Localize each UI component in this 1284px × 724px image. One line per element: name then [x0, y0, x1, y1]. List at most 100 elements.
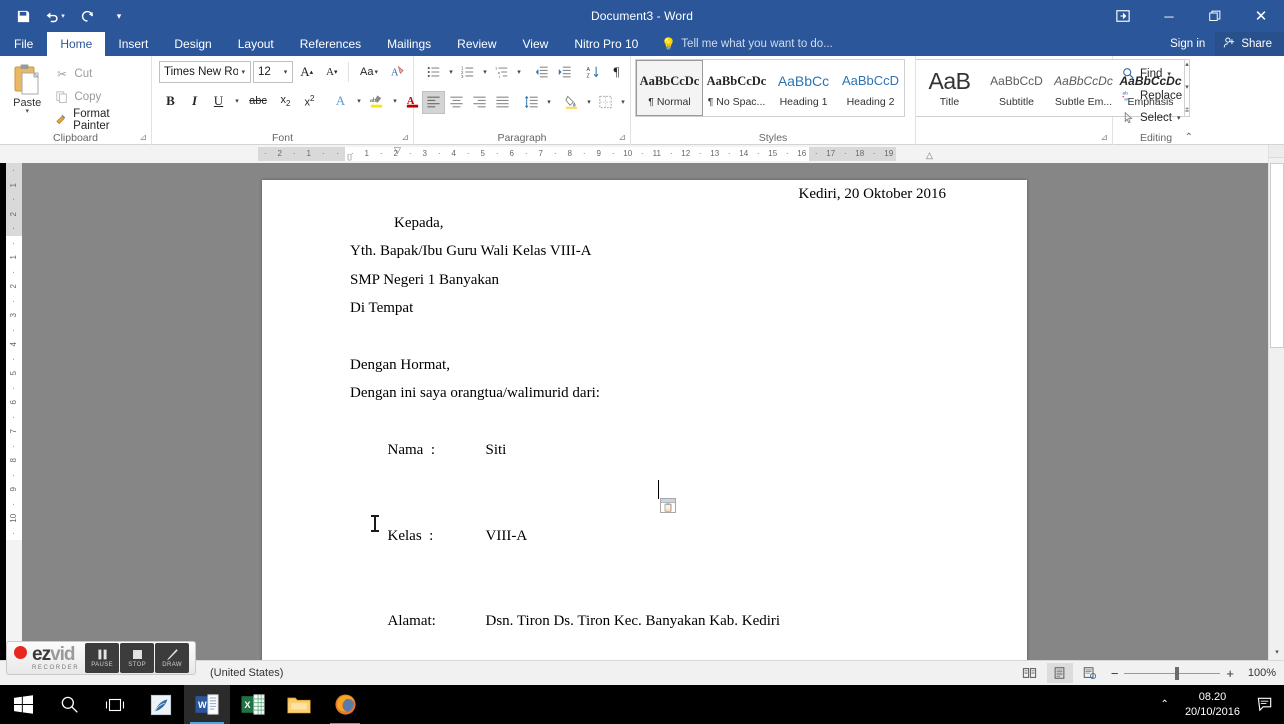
share-button[interactable]: Share: [1215, 32, 1284, 56]
style-item-subtitle[interactable]: AaBbCcD Subtitle: [983, 60, 1050, 116]
taskbar-firefox[interactable]: [322, 685, 368, 724]
find-button[interactable]: Find ▾: [1121, 63, 1195, 84]
collapse-ribbon-icon[interactable]: ⌃: [1185, 132, 1193, 143]
style-item-title[interactable]: AaB Title: [916, 60, 983, 116]
ribbon-tab-mailings[interactable]: Mailings: [374, 32, 444, 56]
format-painter-button[interactable]: Format Painter: [50, 108, 147, 132]
text-effects-button[interactable]: A: [329, 90, 352, 113]
zoom-level-label[interactable]: 100%: [1242, 667, 1276, 679]
document-page[interactable]: Kediri, 20 Oktober 2016 Kepada, Yth. Bap…: [262, 180, 1027, 660]
restore-button[interactable]: [1192, 0, 1238, 32]
numbering-dropdown[interactable]: ▾: [479, 60, 490, 83]
styles-dialog-launcher-icon[interactable]: ⊿: [1100, 132, 1108, 143]
split-window-handle[interactable]: [1269, 145, 1284, 158]
taskbar-quill-app[interactable]: [138, 685, 184, 724]
subscript-button[interactable]: x2: [274, 90, 297, 113]
chevron-down-icon[interactable]: ▾: [1167, 70, 1171, 78]
close-button[interactable]: ✕: [1238, 0, 1284, 32]
vruler-top-margin[interactable]: · 1 · 2 ·: [6, 163, 22, 236]
ribbon-tab-design[interactable]: Design: [161, 32, 224, 56]
recorder-pause-button[interactable]: PAUSE: [85, 643, 120, 673]
scroll-down-icon[interactable]: ▾: [1269, 643, 1284, 660]
multilevel-list-dropdown[interactable]: ▾: [513, 60, 524, 83]
recorder-stop-button[interactable]: STOP: [120, 643, 155, 673]
web-layout-button[interactable]: [1077, 663, 1103, 683]
ribbon-tab-nitro-pro-10[interactable]: Nitro Pro 10: [561, 32, 651, 56]
ribbon-tab-insert[interactable]: Insert: [105, 32, 161, 56]
decrease-indent-button[interactable]: [530, 60, 553, 83]
language-status[interactable]: (United States): [210, 667, 283, 679]
ruler-left-margin[interactable]: · 2 · 1 · ·: [258, 147, 345, 161]
style-item-heading-1[interactable]: AaBbCc Heading 1: [770, 60, 837, 116]
ribbon-tab-view[interactable]: View: [510, 32, 562, 56]
task-view-button[interactable]: [92, 685, 138, 724]
clear-all-formatting-button[interactable]: A: [386, 60, 409, 83]
sign-in-link[interactable]: Sign in: [1160, 38, 1215, 50]
justify-button[interactable]: [491, 91, 514, 114]
superscript-button[interactable]: x2: [298, 90, 321, 113]
style-item-normal[interactable]: AaBbCcDc ¶ Normal: [636, 60, 703, 116]
document-body[interactable]: Kediri, 20 Oktober 2016 Kepada, Yth. Bap…: [350, 180, 970, 660]
chevron-down-icon[interactable]: ▾: [25, 108, 29, 115]
line-spacing-dropdown[interactable]: ▾: [543, 91, 554, 114]
minimize-button[interactable]: ─: [1146, 0, 1192, 32]
start-button[interactable]: [0, 685, 46, 724]
text-highlight-dropdown[interactable]: ▾: [389, 90, 400, 113]
zoom-in-button[interactable]: +: [1226, 666, 1234, 681]
increase-indent-button[interactable]: [553, 60, 576, 83]
font-name-combobox[interactable]: Times New Ro ▾: [159, 60, 251, 83]
cut-button[interactable]: ✂ Cut: [50, 63, 147, 84]
replace-button[interactable]: ab ac Replace: [1121, 85, 1195, 106]
font-dialog-launcher-icon[interactable]: ⊿: [401, 132, 409, 143]
ruler-text-area[interactable]: · 1 · 2 · 3 · 4 · 5 · 6 · 7 · 8 · 9 · 10 · 11 · 12 · 13 · 14 · 15 · 16: [345, 147, 809, 161]
grow-font-button[interactable]: A ▴: [295, 60, 318, 83]
ribbon-tab-file[interactable]: File: [0, 32, 48, 56]
underline-dropdown[interactable]: ▾: [231, 90, 242, 113]
zoom-out-button[interactable]: −: [1111, 666, 1119, 681]
taskbar-file-explorer[interactable]: [276, 685, 322, 724]
ruler-right-margin[interactable]: · 17 · 18 · 19: [809, 147, 896, 161]
shading-dropdown[interactable]: ▾: [583, 91, 594, 114]
numbering-button[interactable]: 123: [456, 60, 479, 83]
ezvid-recorder-overlay[interactable]: ezvid RECORDER PAUSE STOP DRAW: [6, 641, 196, 675]
left-indent-marker[interactable]: ⌷: [347, 152, 352, 163]
zoom-slider[interactable]: − +: [1111, 666, 1234, 681]
paragraph-dialog-launcher-icon[interactable]: ⊿: [618, 132, 626, 143]
ribbon-tab-layout[interactable]: Layout: [225, 32, 287, 56]
bullets-button[interactable]: [422, 60, 445, 83]
underline-button[interactable]: U: [207, 90, 230, 113]
change-case-button[interactable]: Aa ▾: [354, 60, 384, 83]
tell-me-search[interactable]: 💡 Tell me what you want to do...: [651, 32, 842, 56]
multilevel-list-button[interactable]: 1ai: [490, 60, 513, 83]
action-center-button[interactable]: [1250, 696, 1280, 713]
line-and-paragraph-spacing-button[interactable]: [520, 91, 543, 114]
align-right-button[interactable]: [468, 91, 491, 114]
chevron-down-icon[interactable]: ▾: [1177, 114, 1181, 122]
taskbar-excel-app[interactable]: X: [230, 685, 276, 724]
ribbon-tab-home[interactable]: Home: [47, 32, 106, 56]
bullets-dropdown[interactable]: ▾: [445, 60, 456, 83]
shrink-font-button[interactable]: A ▾: [320, 60, 343, 83]
show-hidden-icons-button[interactable]: ⌃: [1155, 699, 1175, 710]
sort-button[interactable]: AZ: [582, 60, 605, 83]
text-highlight-color-button[interactable]: ab: [365, 90, 388, 113]
zoom-thumb[interactable]: [1175, 666, 1180, 680]
paste-options-smart-tag[interactable]: 📋: [660, 498, 676, 513]
strikethrough-button[interactable]: abc: [243, 90, 273, 113]
text-effects-dropdown[interactable]: ▾: [353, 90, 364, 113]
style-item-heading-2[interactable]: AaBbCcD Heading 2: [837, 60, 904, 116]
chevron-down-icon[interactable]: ▾: [281, 68, 291, 76]
shading-button[interactable]: [560, 91, 583, 114]
document-canvas[interactable]: Kediri, 20 Oktober 2016 Kepada, Yth. Bap…: [22, 163, 1268, 660]
bold-button[interactable]: B: [159, 90, 182, 113]
scrollbar-thumb[interactable]: [1270, 163, 1284, 348]
ribbon-display-options-icon[interactable]: [1100, 0, 1146, 32]
right-indent-marker[interactable]: △: [926, 150, 933, 161]
vertical-ruler[interactable]: · 1 · 2 · · 1 · 2 · 3 · 4 · 5 · 6 · 7 · 8 · 9 · 10 ·: [6, 163, 22, 660]
taskbar-word-app[interactable]: W: [184, 685, 230, 724]
borders-dropdown[interactable]: ▾: [617, 91, 628, 114]
ribbon-tab-review[interactable]: Review: [444, 32, 509, 56]
horizontal-ruler[interactable]: · 2 · 1 · · · 1 · 2 · 3 · 4 · 5 · 6 · 7 · 8 · 9 · 10 · 11 · 12 · 13 · 14 ·…: [0, 145, 1268, 163]
taskbar-search-button[interactable]: [46, 685, 92, 724]
show-formatting-marks-button[interactable]: ¶: [605, 60, 628, 83]
